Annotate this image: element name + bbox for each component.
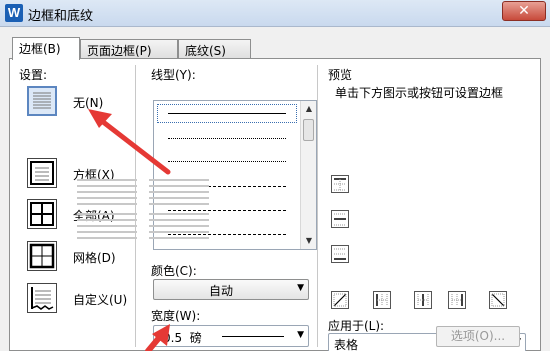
arrow-to-none-option xyxy=(88,109,171,175)
arrow-to-width-field xyxy=(145,324,170,351)
tab-borders[interactable]: 边框(B) xyxy=(12,37,80,60)
annotation-arrows xyxy=(88,109,171,351)
